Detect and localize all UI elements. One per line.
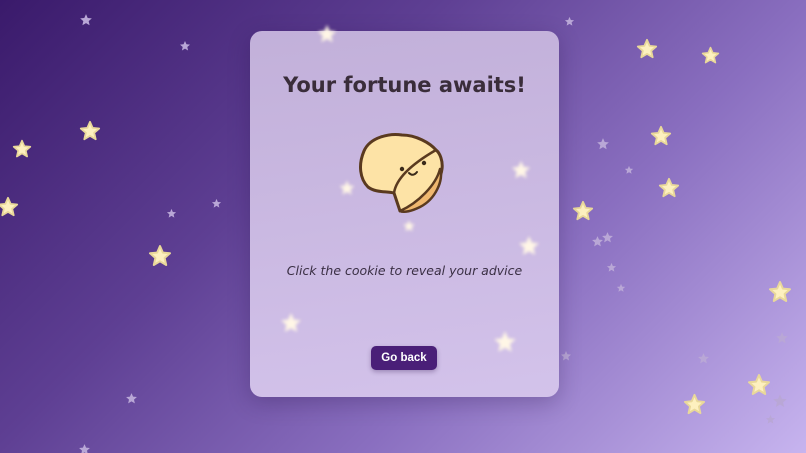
star-icon [772, 393, 788, 409]
fortune-title: Your fortune awaits! [283, 73, 526, 97]
star-icon [166, 208, 177, 219]
star-icon [596, 137, 610, 151]
star-icon [768, 280, 792, 304]
star-icon [683, 393, 706, 416]
star-icon [765, 414, 776, 425]
go-back-button[interactable]: Go back [371, 346, 437, 370]
star-icon [650, 125, 672, 147]
star-icon [601, 231, 614, 244]
fortune-cookie-icon[interactable] [350, 123, 450, 223]
star-icon [697, 352, 710, 365]
star-icon [624, 165, 634, 175]
star-icon [79, 13, 93, 27]
instruction-text: Click the cookie to reveal your advice [286, 263, 523, 278]
star-icon [517, 234, 541, 258]
star-icon [560, 350, 572, 362]
star-icon [316, 23, 338, 45]
star-icon [572, 200, 594, 222]
star-icon [606, 262, 617, 273]
star-icon [402, 219, 416, 233]
star-icon [636, 38, 658, 60]
star-icon [79, 120, 101, 142]
star-icon [338, 179, 356, 197]
star-icon [775, 331, 789, 345]
star-icon [125, 392, 138, 405]
star-icon [0, 196, 19, 218]
star-icon [510, 159, 532, 181]
star-icon [179, 40, 191, 52]
star-icon [12, 139, 32, 159]
star-icon [747, 373, 771, 397]
star-icon [211, 198, 222, 209]
star-icon [148, 244, 172, 268]
star-icon [616, 283, 626, 293]
star-icon [492, 329, 518, 355]
star-icon [564, 16, 575, 27]
star-icon [658, 177, 680, 199]
star-icon [78, 443, 91, 453]
star-icon [701, 46, 720, 65]
star-icon [279, 311, 303, 335]
